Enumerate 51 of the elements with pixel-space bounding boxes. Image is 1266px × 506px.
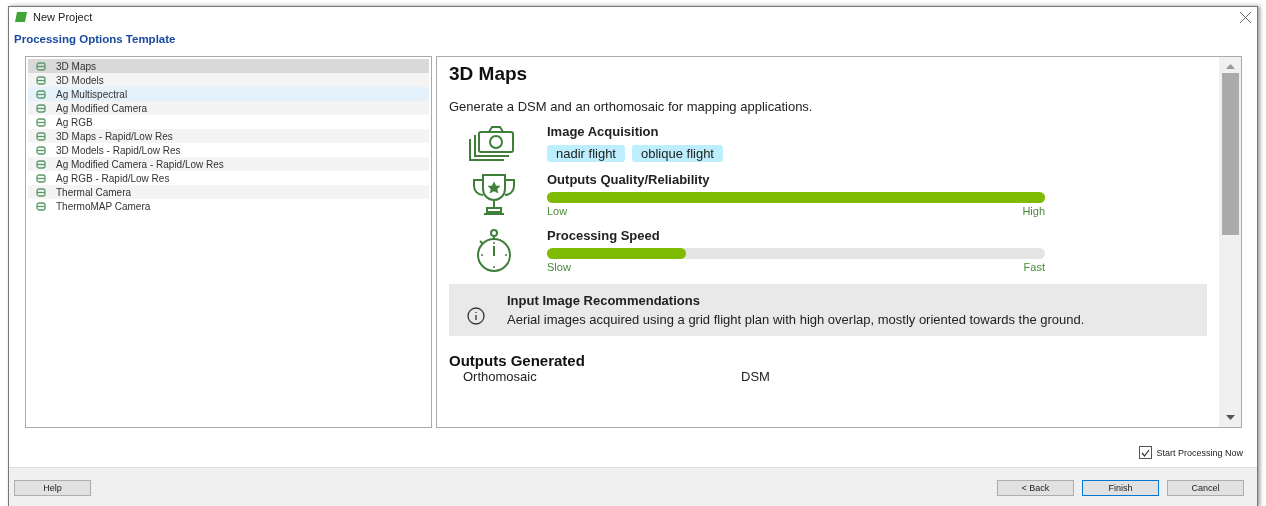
window-title: New Project [33, 11, 94, 23]
template-item[interactable]: 3D Maps - Rapid/Low Res [28, 129, 429, 143]
template-item[interactable]: Ag Multispectral [28, 87, 429, 101]
help-button[interactable]: Help [14, 479, 91, 496]
database-icon [36, 89, 46, 99]
scale-min-label: Slow [547, 261, 571, 273]
section-title: Image Acquisition [547, 124, 660, 139]
database-icon [36, 187, 46, 197]
scroll-thumb[interactable] [1221, 73, 1239, 235]
database-icon [36, 201, 46, 211]
section-title: Outputs Quality/Reliability [547, 172, 711, 187]
scrollbar[interactable] [1219, 57, 1241, 427]
output-item: Orthomosaic [462, 369, 538, 384]
scale-max-label: Fast [1023, 261, 1045, 273]
flight-tag: oblique flight [632, 145, 723, 162]
close-icon[interactable] [1240, 11, 1251, 23]
template-item[interactable]: 3D Models [28, 73, 429, 87]
back-button[interactable]: < Back [997, 479, 1074, 496]
template-title: 3D Maps [449, 63, 529, 85]
database-icon [36, 61, 46, 71]
checkbox[interactable] [1139, 446, 1153, 459]
database-icon [36, 103, 46, 113]
database-icon [36, 173, 46, 183]
database-icon [36, 117, 46, 127]
cancel-button[interactable]: Cancel [1167, 479, 1244, 496]
database-icon [36, 75, 46, 85]
scale-max-label: High [1022, 205, 1045, 217]
finish-button[interactable]: Finish [1082, 479, 1159, 496]
flight-tag: nadir flight [547, 145, 625, 162]
database-icon [36, 145, 46, 155]
recommendation-title: Input Image Recommendations [507, 293, 701, 308]
scale-min-label: Low [547, 205, 568, 217]
template-item[interactable]: 3D Maps [28, 59, 429, 73]
template-item[interactable]: Ag Modified Camera [28, 101, 429, 115]
page-heading: Processing Options Template [13, 32, 177, 47]
info-icon [467, 307, 485, 325]
checkbox-label: Start Processing Now [1156, 447, 1243, 458]
database-icon [36, 159, 46, 169]
template-item[interactable]: Thermal Camera [28, 185, 429, 199]
outputs-title: Outputs Generated [449, 352, 586, 369]
template-item[interactable]: Ag Modified Camera - Rapid/Low Res [28, 157, 429, 171]
recommendation-text: Aerial images acquired using a grid flight plan with high overlap, mostly oriented towards the ground. [507, 312, 1085, 327]
scroll-down-icon[interactable] [1225, 415, 1235, 421]
output-item: DSM [740, 369, 771, 384]
camera-stack-icon [467, 125, 517, 161]
database-icon [36, 131, 46, 141]
check-icon [1141, 448, 1151, 457]
app-logo-icon [15, 12, 27, 22]
template-description: Generate a DSM and an orthomosaic for mapping applications. [449, 99, 814, 114]
section-title: Processing Speed [547, 228, 661, 243]
trophy-icon [471, 172, 517, 218]
